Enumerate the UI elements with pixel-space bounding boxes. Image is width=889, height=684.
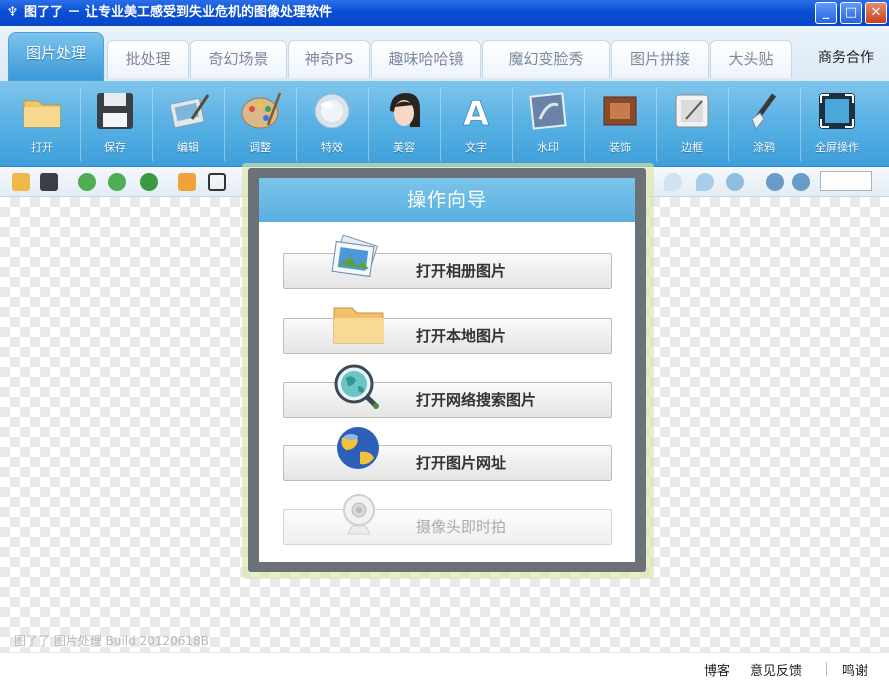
decoration-label: 装饰 [609,141,631,154]
zoom-in-icon[interactable] [766,173,784,191]
face-beauty-icon [390,93,420,127]
beauty-button[interactable]: 美容 [367,81,441,167]
brush-icon [751,93,777,130]
close-button[interactable]: ✕ [865,2,887,24]
save-label: 保存 [104,141,126,154]
maximize-icon: □ [844,5,858,20]
frame-label: 边框 [681,141,703,154]
frame-icon [675,94,709,128]
floppy-disk-icon [97,93,133,129]
folder-icon [23,100,61,128]
undo-icon[interactable] [78,173,96,191]
feedback-link[interactable]: 意见反馈 [750,660,802,679]
wizard-dialog-body [259,178,635,562]
window-title: 图了了 － 让专业美工感受到失业危机的图像处理软件 [24,5,333,20]
tab-batch[interactable]: 批处理 [107,40,189,78]
open-folder-small-icon[interactable] [12,173,30,191]
tab-business-cooperation[interactable]: 商务合作 [806,40,886,78]
watermark-button[interactable]: 水印 [511,81,585,167]
doodle-button[interactable]: 涂鸦 [727,81,801,167]
refresh-icon[interactable] [140,173,158,191]
web-search-globe-icon [334,364,379,409]
wizard-dialog-title: 操作向导 [259,178,635,222]
tab-magic-ps[interactable]: 神奇PS [288,40,370,78]
tab-fantasy-scene[interactable]: 奇幻场景 [190,40,287,78]
edit-button[interactable]: 编辑 [151,81,225,167]
doodle-label: 涂鸦 [753,141,775,154]
blog-link[interactable]: 博客 [704,660,730,679]
circle-icon[interactable] [726,173,744,191]
decoration-button[interactable]: 装饰 [583,81,657,167]
fullscreen-label: 全屏操作 [815,141,859,154]
decoration-icon [603,96,637,126]
drop-icon[interactable] [696,173,714,191]
effects-orb-icon [314,93,350,129]
adjust-label: 调整 [249,141,271,154]
webcam-icon [343,494,375,535]
crop-icon[interactable] [208,173,226,191]
title-bar: ♆ 图了了 － 让专业美工感受到失业危机的图像处理软件 _ □ ✕ [0,0,889,26]
local-folder-icon [333,307,384,344]
text-button[interactable]: A 文字 [439,81,513,167]
palette-icon [241,92,282,129]
drop-light-icon[interactable] [664,173,682,191]
thanks-link[interactable]: 鸣谢 [842,660,868,679]
edit-photo-icon [169,94,210,129]
open-button[interactable]: 打开 [5,81,79,167]
resize-icon[interactable] [178,173,196,191]
tab-collage[interactable]: 图片拼接 [611,40,709,78]
watermark-label: 水印 [537,141,559,154]
beauty-label: 美容 [393,141,415,154]
tab-bar: 图片处理 批处理 奇幻场景 神奇PS 趣味哈哈镜 魔幻变脸秀 图片拼接 大头贴 … [0,26,889,81]
save-small-icon[interactable] [40,173,58,191]
open-label: 打开 [31,141,53,154]
watermark-icon [529,92,567,130]
tab-photo-sticker[interactable]: 大头贴 [710,40,792,78]
save-button[interactable]: 保存 [78,81,152,167]
tab-face-change[interactable]: 魔幻变脸秀 [482,40,610,78]
zoom-out-icon[interactable] [792,173,810,191]
tuleile-icon: ♆ [6,5,19,20]
zoom-input[interactable] [820,171,872,191]
redo-icon[interactable] [108,173,126,191]
maximize-button[interactable]: □ [840,2,862,24]
tab-image-processing[interactable]: 图片处理 [8,32,104,81]
effects-label: 特效 [321,141,343,154]
effects-button[interactable]: 特效 [295,81,369,167]
fullscreen-icon [819,93,855,129]
close-icon: ✕ [870,5,882,20]
status-bar: 博客 意见反馈 鸣谢 [0,652,889,684]
edit-label: 编辑 [177,141,199,154]
main-toolbar: 打开 保存 编辑 调整 特效 美容 A 文字 水印 装饰 边框 涂鸦 全屏操作 [0,81,889,167]
build-watermark: 图了了 图片处理 Build 20120618B [14,634,209,648]
minimize-button[interactable]: _ [815,2,837,24]
text-a-icon: A [462,94,490,133]
globe-url-icon [337,427,379,469]
text-label: 文字 [465,141,487,154]
frame-button[interactable]: 边框 [655,81,729,167]
minimize-icon: _ [822,5,830,20]
adjust-button[interactable]: 调整 [223,81,297,167]
tab-funhouse-mirror[interactable]: 趣味哈哈镜 [371,40,481,78]
fullscreen-button[interactable]: 全屏操作 [800,81,874,167]
svg-text:A: A [463,94,490,133]
photo-album-icon [331,234,379,278]
